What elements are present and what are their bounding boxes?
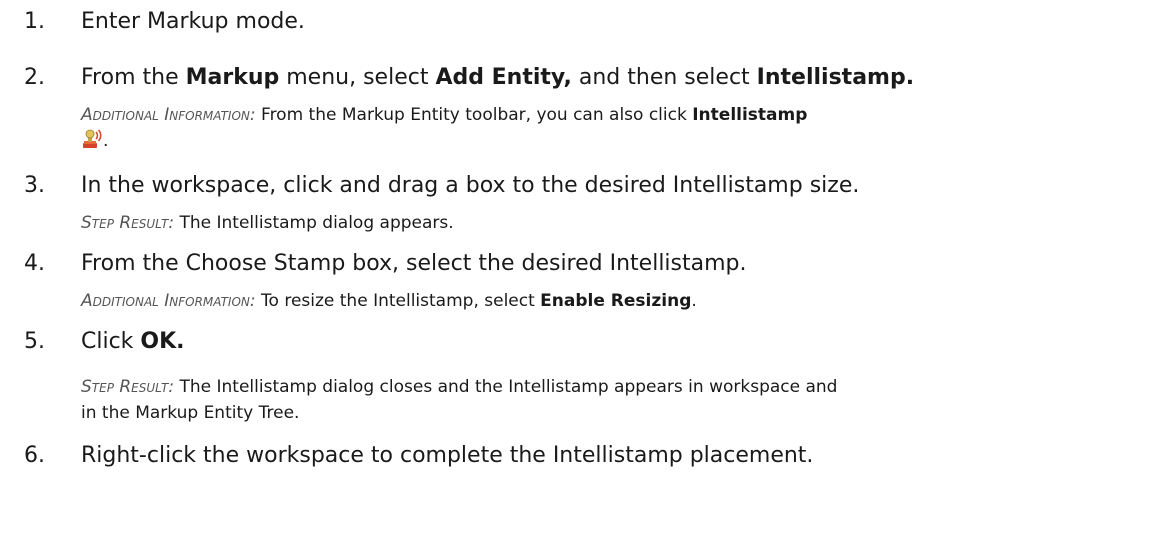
step-text-part: menu, select [279, 65, 436, 90]
menu-name-markup: Markup [185, 65, 280, 90]
step-text: Right-click the workspace to complete th… [81, 443, 814, 468]
step-text-part: Click [81, 329, 141, 354]
step-number: 2. [24, 65, 45, 90]
step-text-part: and then select [571, 65, 757, 90]
step-result: Step Result: The Intellistamp dialog app… [81, 210, 1151, 236]
info-label: Additional Information: [81, 105, 256, 125]
info-label: Additional Information: [81, 291, 256, 311]
step-number: 4. [24, 251, 45, 276]
option-name: Enable Resizing [540, 291, 692, 311]
info-label: Step Result: [81, 377, 175, 397]
info-text: The Intellistamp dialog appears. [174, 213, 454, 233]
info-text: . [691, 291, 697, 311]
menu-item-intellistamp: Intellistamp. [756, 65, 915, 90]
step-text: Enter Markup mode. [81, 9, 305, 34]
menu-item-add-entity: Add Entity, [435, 65, 572, 90]
button-name-ok: OK. [140, 329, 185, 354]
step-number: 1. [24, 9, 45, 34]
info-text: The Intellistamp dialog closes and the I… [174, 377, 838, 397]
step-number: 3. [24, 173, 45, 198]
info-label: Step Result: [81, 213, 175, 233]
additional-information: Additional Information: To resize the In… [81, 288, 1151, 314]
step-text: Click OK. [81, 326, 1151, 358]
info-text: From the Markup Entity toolbar, you can … [255, 105, 693, 125]
info-text: To resize the Intellistamp, select [255, 291, 541, 311]
additional-information: Additional Information: From the Markup … [81, 102, 1151, 154]
step-text: From the Choose Stamp box, select the de… [81, 251, 747, 276]
step-result: Step Result: The Intellistamp dialog clo… [81, 374, 1151, 426]
step-text-part: From the [81, 65, 186, 90]
intellistamp-icon [83, 129, 102, 148]
info-text: . [103, 131, 109, 151]
procedure-page: 1. Enter Markup mode. 2. From the Markup… [0, 0, 1168, 557]
step-text: From the Markup menu, select Add Entity,… [81, 62, 1151, 94]
toolbar-button-name: Intellistamp [692, 105, 808, 125]
info-text: in the Markup Entity Tree. [81, 403, 300, 423]
step-number: 6. [24, 443, 45, 468]
step-text: In the workspace, click and drag a box t… [81, 173, 860, 198]
step-number: 5. [24, 329, 45, 354]
